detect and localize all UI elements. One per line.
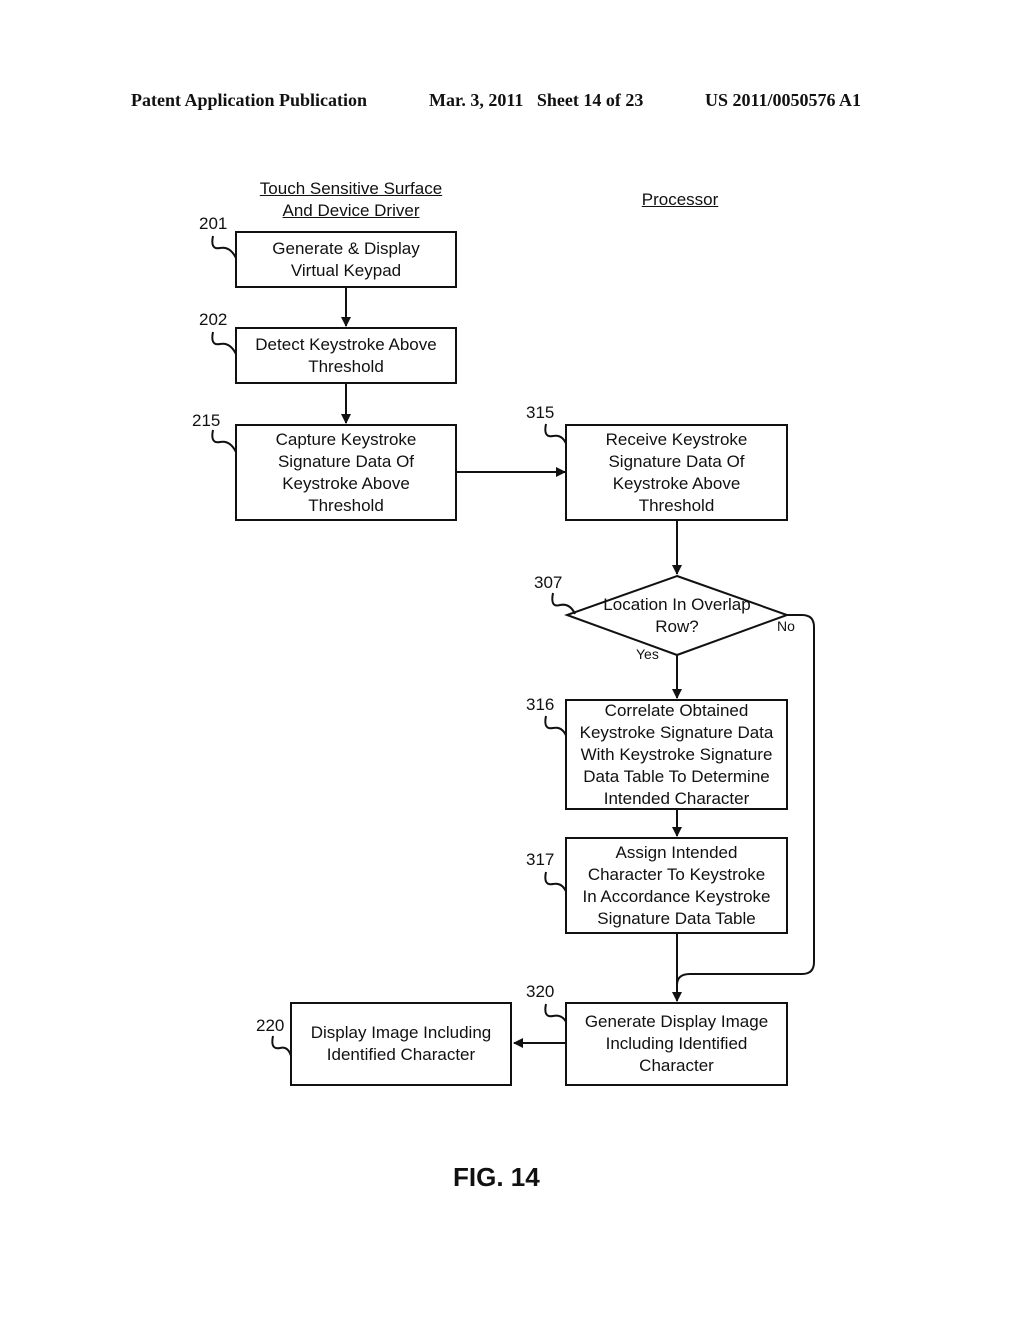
ref-316: 316 [526,695,555,714]
step-text: Keystroke Signature Data [579,722,774,742]
ref-squiggle-316 [544,715,568,739]
step-text: Identified Character [326,1045,476,1064]
decision-no-label: No [777,618,795,634]
step-text: With Keystroke Signature [580,744,773,764]
ref-220: 220 [256,1016,285,1035]
ref-squiggle-317 [544,871,568,895]
step-201-box: Generate & Display Virtual Keypad [235,231,457,288]
step-text: Signature Data Table [597,908,756,928]
ref-315: 315 [526,403,555,422]
step-220-box: Display Image Including Identified Charac… [290,1002,512,1086]
ref-320: 320 [526,982,555,1001]
step-text: Keystroke Above [282,473,410,493]
step-320-box: Generate Display Image Including Identifi… [565,1002,788,1086]
step-text: Signature Data Of [608,451,745,471]
step-text: Character [639,1056,714,1075]
step-215-box: Capture Keystroke Signature Data Of Keystr… [235,424,457,521]
step-text: Capture Keystroke [275,429,417,449]
step-316-box: Correlate Obtained Keystroke Signature Da… [565,699,788,810]
step-202-box: Detect Keystroke Above Threshold [235,327,457,384]
step-text: Threshold [308,356,384,376]
ref-202: 202 [199,310,228,329]
step-text: Virtual Keypad [290,260,402,280]
step-text: Assign Intended [615,842,738,862]
step-317-box: Assign Intended Character To Keystroke In … [565,837,788,934]
ref-squiggle-307 [551,592,576,615]
step-text: Threshold [638,495,715,515]
step-text: Data Table To Determine [583,766,770,786]
step-text: Keystroke Above [612,473,741,493]
step-text: Threshold [308,495,384,515]
step-text: Generate & Display [272,238,420,258]
step-text: In Accordance Keystroke [582,886,771,906]
ref-squiggle-220 [271,1035,292,1057]
step-315-box: Receive Keystroke Signature Data Of Keystr… [565,424,788,521]
ref-307: 307 [534,573,563,592]
connector-layer [211,235,815,1057]
step-text: Detect Keystroke Above [255,334,437,354]
ref-215: 215 [192,411,221,430]
step-text: Generate Display Image [584,1012,769,1031]
figure-label: FIG. 14 [453,1162,540,1192]
step-text: Receive Keystroke [605,429,748,449]
decision-307-text: Location In Overlap Row? [577,594,777,638]
ref-201: 201 [199,214,228,233]
ref-317: 317 [526,850,555,869]
ref-squiggle-202 [211,331,237,355]
step-text: Intended Character [603,788,750,808]
step-text: Signature Data Of [277,451,415,471]
step-text: Correlate Obtained [604,700,749,720]
decision-text: Row? [655,617,699,636]
ref-squiggle-215 [211,429,237,453]
decision-yes-label: Yes [636,646,659,662]
step-text: Including Identified [605,1034,748,1053]
ref-squiggle-201 [211,235,237,259]
step-text: Character To Keystroke [587,864,766,884]
ref-squiggle-315 [544,423,568,447]
decision-text: Location In Overlap [603,595,751,614]
step-text: Display Image Including [310,1023,492,1042]
ref-squiggle-320 [544,1003,568,1025]
